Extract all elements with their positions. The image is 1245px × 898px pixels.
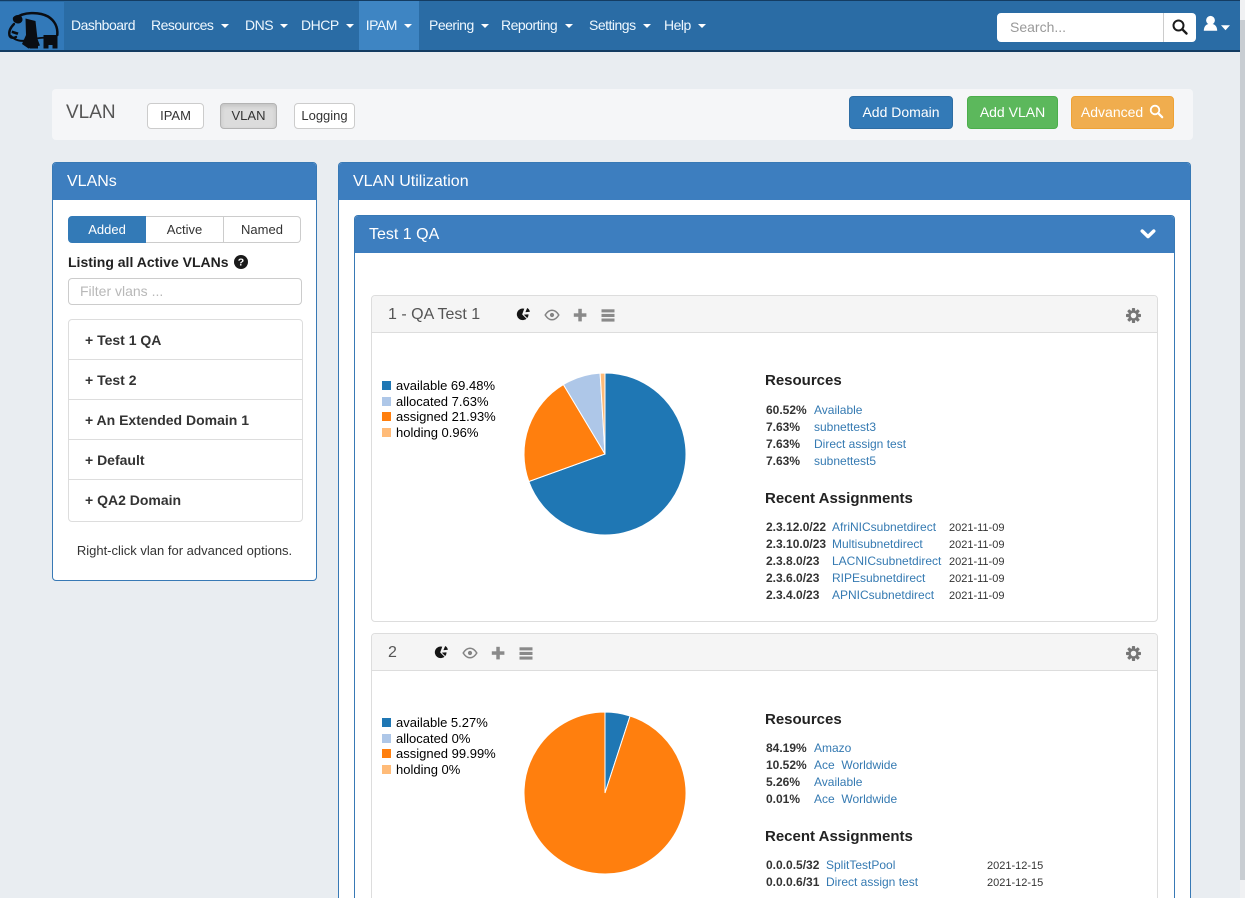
svg-text:?: ? <box>238 257 244 269</box>
